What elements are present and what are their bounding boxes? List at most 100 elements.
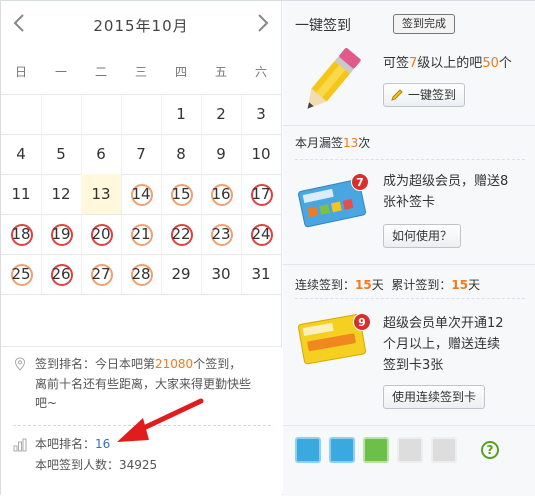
rank-line-3: 吧~: [35, 396, 58, 410]
next-month-button[interactable]: [257, 13, 277, 37]
calendar-day[interactable]: 17: [241, 174, 281, 214]
calendar-day[interactable]: 27: [81, 254, 121, 294]
weekday-label: 五: [214, 65, 227, 79]
onekey-signin-button[interactable]: 一键签到: [383, 83, 466, 107]
card-count-badge: 7: [351, 173, 369, 191]
divider: [283, 264, 535, 265]
day-number: 26: [51, 265, 71, 283]
calendar-title: 2015年10月: [93, 17, 189, 35]
weekday-header: 日一二三四五六: [1, 49, 282, 93]
vip-offer-line2: 张补签卡: [383, 195, 436, 210]
day-number: 5: [56, 145, 66, 163]
day-number: 19: [51, 225, 71, 243]
calendar-day[interactable]: 2: [201, 94, 241, 134]
bar-chart-icon: [13, 438, 27, 452]
calendar-day[interactable]: 6: [81, 134, 121, 174]
calendar-day[interactable]: 24: [241, 214, 281, 254]
calendar-day[interactable]: 9: [201, 134, 241, 174]
calendar-day[interactable]: 20: [81, 214, 121, 254]
bar-rank-value[interactable]: 16: [95, 437, 110, 451]
day-number: 22: [171, 225, 191, 243]
divider: [283, 425, 535, 426]
divider: [295, 298, 525, 299]
calendar-day[interactable]: 16: [201, 174, 241, 214]
badge-icon-3[interactable]: [363, 437, 389, 463]
day-number: 28: [131, 265, 151, 283]
weekday-label: 一: [54, 65, 67, 79]
signin-popup: 2015年10月 日一二三四五六 1 2 3 4 5 6 7 8 9 10 11 12 13 14 15 16…: [0, 0, 535, 496]
grid-line: [1, 294, 282, 295]
calendar-day[interactable]: 4: [1, 134, 41, 174]
calendar-header: 2015年10月: [1, 1, 282, 49]
weekday-label: 四: [174, 65, 187, 79]
day-number: 17: [251, 185, 271, 203]
calendar-day[interactable]: 25: [1, 254, 41, 294]
calendar-day[interactable]: 11: [1, 174, 41, 214]
calendar-day[interactable]: 1: [161, 94, 201, 134]
weekday-label: 日: [14, 65, 27, 79]
badge-icon-5[interactable]: [431, 437, 457, 463]
rank-line-2: 离前十名还有些距离，大家来得更勤快些: [35, 377, 252, 391]
day-number: 20: [91, 225, 111, 243]
calendar-day[interactable]: 15: [161, 174, 201, 214]
prev-month-button[interactable]: [13, 13, 33, 37]
calendar-day[interactable]: 21: [121, 214, 161, 254]
day-number: 21: [131, 225, 151, 243]
signers-count: 本吧签到人数：34925: [35, 458, 158, 472]
use-continuous-card-button[interactable]: 使用连续签到卡: [383, 385, 486, 409]
day-number: 3: [256, 105, 266, 123]
day-number: 23: [211, 225, 231, 243]
bar-rank: 本吧排名：16: [35, 437, 111, 451]
calendar-day[interactable]: 31: [241, 254, 281, 294]
day-number: 6: [96, 145, 106, 163]
day-number: 30: [211, 265, 231, 283]
calendar-day[interactable]: 12: [41, 174, 81, 214]
calendar-day[interactable]: 23: [201, 214, 241, 254]
day-number: 4: [16, 145, 26, 163]
day-number: 7: [136, 145, 146, 163]
divider: [283, 125, 535, 126]
calendar-day[interactable]: 13: [81, 174, 121, 214]
calendar-day[interactable]: 26: [41, 254, 81, 294]
calendar-day[interactable]: 10: [241, 134, 281, 174]
how-to-use-button[interactable]: 如何使用？: [383, 224, 462, 248]
weekday-label: 六: [254, 65, 267, 79]
calendar-day[interactable]: 29: [161, 254, 201, 294]
calendar-day[interactable]: 22: [161, 214, 201, 254]
day-number: 14: [131, 185, 151, 203]
calendar-day[interactable]: 28: [121, 254, 161, 294]
day-number: 25: [11, 265, 31, 283]
day-number: 1: [176, 105, 186, 123]
calendar-day[interactable]: 8: [161, 134, 201, 174]
onekey-title: 一键签到: [295, 18, 351, 34]
location-pin-icon: [13, 357, 27, 371]
help-icon[interactable]: ?: [481, 441, 499, 459]
calendar-day[interactable]: 30: [201, 254, 241, 294]
calendar-day[interactable]: 14: [121, 174, 161, 214]
badge-icon-1[interactable]: [295, 437, 321, 463]
day-number: 29: [171, 265, 191, 283]
rank-number: 21080: [155, 357, 194, 371]
continuous-offer-line3: 签到卡3张: [383, 358, 444, 373]
streak-info: 连续签到：15天 累计签到：15天: [295, 278, 481, 292]
calendar-day[interactable]: 18: [1, 214, 41, 254]
calendar-day[interactable]: 3: [241, 94, 281, 134]
pencil-icon: [307, 48, 361, 109]
badge-icon-2[interactable]: [329, 437, 355, 463]
calendar-day[interactable]: 5: [41, 134, 81, 174]
calendar-day[interactable]: 7: [121, 134, 161, 174]
calendar-grid: 1 2 3 4 5 6 7 8 9 10 11 12 13 14 15 16 17 18 19 20 21 22 23 24 2…: [1, 94, 282, 344]
calendar-panel: 2015年10月 日一二三四五六 1 2 3 4 5 6 7 8 9 10 11 12 13 14 15 16…: [1, 1, 282, 496]
day-number: 2: [216, 105, 226, 123]
badge-icon-4[interactable]: [397, 437, 423, 463]
chevron-left-icon: [13, 14, 24, 32]
day-number: 27: [91, 265, 111, 283]
signin-done-button[interactable]: 签到完成: [393, 14, 455, 34]
weekday-label: 二: [94, 65, 107, 79]
calendar-day[interactable]: 19: [41, 214, 81, 254]
small-pencil-icon: [391, 89, 403, 101]
vip-offer-line1: 成为超级会员，赠送8: [383, 174, 509, 189]
day-number: 18: [11, 225, 31, 243]
day-number: 11: [11, 185, 31, 203]
onekey-desc: 可签7级以上的吧50个: [383, 56, 512, 71]
